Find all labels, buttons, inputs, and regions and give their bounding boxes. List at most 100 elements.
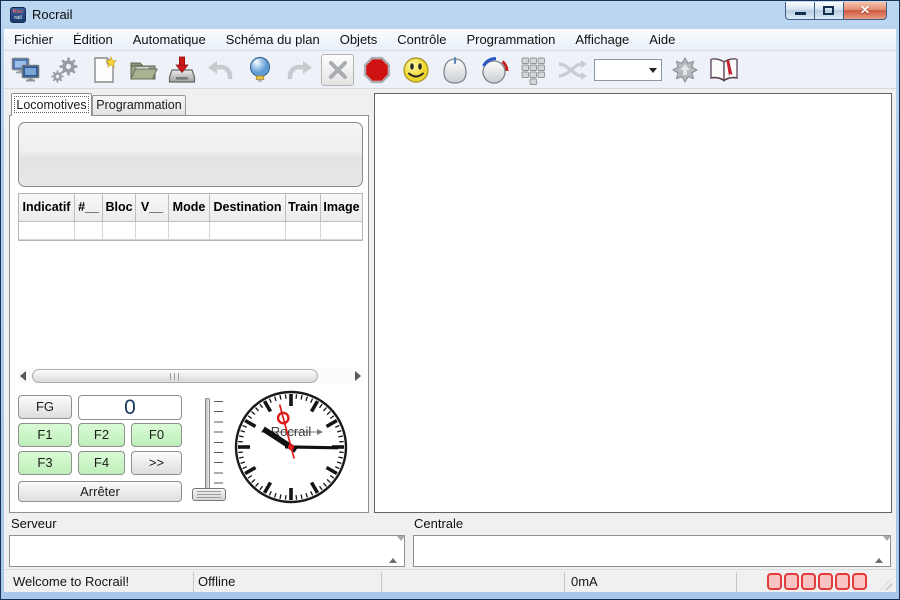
go-smiley-icon bbox=[401, 55, 431, 85]
chevron-down-icon bbox=[649, 68, 657, 73]
menu-schema-du-plan[interactable]: Schéma du plan bbox=[216, 29, 330, 50]
connection-status: Offline bbox=[198, 574, 235, 589]
speed-slider-thumb[interactable] bbox=[192, 488, 226, 501]
horizontal-scrollbar[interactable] bbox=[18, 368, 363, 384]
plan-canvas bbox=[374, 93, 892, 513]
mouse-throttle-button[interactable] bbox=[438, 54, 471, 86]
workstation-button[interactable] bbox=[9, 54, 42, 86]
col-bloc[interactable]: Bloc bbox=[103, 194, 136, 222]
routes-shuffle-icon bbox=[557, 55, 587, 85]
scroll-up-icon[interactable] bbox=[875, 541, 883, 563]
col-address[interactable]: #__ bbox=[75, 194, 103, 222]
speed-slider-track bbox=[205, 398, 210, 494]
f4-button[interactable]: F4 bbox=[78, 451, 125, 475]
scroll-down-icon[interactable] bbox=[883, 536, 891, 558]
emergency-stop-button[interactable] bbox=[360, 54, 393, 86]
mouse-throttle-icon bbox=[440, 55, 470, 85]
menu-automatique[interactable]: Automatique bbox=[123, 29, 216, 50]
tab-programmation[interactable]: Programmation bbox=[92, 95, 186, 115]
undo-icon bbox=[206, 55, 236, 85]
scroll-up-icon[interactable] bbox=[389, 541, 397, 563]
keypad-button[interactable] bbox=[516, 54, 549, 86]
minimize-button[interactable] bbox=[785, 2, 815, 20]
server-log[interactable] bbox=[9, 535, 405, 567]
workstation-icon bbox=[11, 55, 41, 85]
scroll-left-icon[interactable] bbox=[20, 371, 26, 381]
more-functions-button[interactable]: >> bbox=[131, 451, 182, 475]
new-document-icon bbox=[89, 55, 119, 85]
app-body: Fichier Édition Automatique Schéma du pl… bbox=[4, 29, 896, 592]
scrollbar-grip-icon bbox=[170, 373, 181, 380]
scroll-right-icon[interactable] bbox=[355, 371, 361, 381]
redo-icon bbox=[284, 55, 314, 85]
window-title: Rocrail bbox=[32, 7, 72, 22]
power-indicator bbox=[767, 573, 782, 590]
app-icon: Rocrail bbox=[10, 7, 26, 23]
save-icon bbox=[167, 55, 197, 85]
analog-clock: Rocrail bbox=[231, 387, 351, 507]
f1-button[interactable]: F1 bbox=[18, 423, 72, 447]
undo-button[interactable] bbox=[204, 54, 237, 86]
scroll-down-icon[interactable] bbox=[397, 536, 405, 558]
table-row bbox=[19, 222, 362, 240]
close-button[interactable]: ✕ bbox=[843, 2, 887, 20]
f0-button[interactable]: F0 bbox=[131, 423, 182, 447]
menubar: Fichier Édition Automatique Schéma du pl… bbox=[4, 29, 896, 51]
col-train[interactable]: Train bbox=[286, 194, 321, 222]
regulator-button[interactable] bbox=[477, 54, 510, 86]
redo-button[interactable] bbox=[282, 54, 315, 86]
save-button[interactable] bbox=[165, 54, 198, 86]
tab-locomotives[interactable]: Locomotives bbox=[11, 93, 92, 116]
power-indicator bbox=[784, 573, 799, 590]
properties-button[interactable] bbox=[48, 54, 81, 86]
fg-button[interactable]: FG bbox=[18, 395, 72, 419]
f3-button[interactable]: F3 bbox=[18, 451, 72, 475]
central-log-scroll[interactable] bbox=[875, 541, 887, 559]
status-message: Welcome to Rocrail! bbox=[13, 574, 129, 589]
menu-aide[interactable]: Aide bbox=[639, 29, 685, 50]
server-label: Serveur bbox=[11, 516, 57, 531]
col-destination[interactable]: Destination bbox=[210, 194, 286, 222]
server-log-scroll[interactable] bbox=[389, 541, 401, 559]
resize-grip[interactable] bbox=[880, 578, 892, 590]
help-book-icon bbox=[708, 55, 740, 85]
f2-button[interactable]: F2 bbox=[78, 423, 125, 447]
maximize-button[interactable] bbox=[815, 2, 843, 20]
speed-slider-ticks bbox=[214, 401, 223, 493]
help-button[interactable] bbox=[707, 54, 740, 86]
scrollbar-thumb[interactable] bbox=[32, 369, 318, 383]
go-button[interactable] bbox=[399, 54, 432, 86]
power-indicator bbox=[835, 573, 850, 590]
menu-controle[interactable]: Contrôle bbox=[387, 29, 456, 50]
open-plan-button[interactable] bbox=[126, 54, 159, 86]
col-image[interactable]: Image bbox=[321, 194, 362, 222]
power-button[interactable] bbox=[243, 54, 276, 86]
menu-edition[interactable]: Édition bbox=[63, 29, 123, 50]
current-draw: 0mA bbox=[571, 574, 598, 589]
central-label: Centrale bbox=[414, 516, 463, 531]
col-mode[interactable]: Mode bbox=[169, 194, 210, 222]
cancel-button[interactable] bbox=[321, 54, 354, 86]
loco-combobox[interactable] bbox=[594, 59, 662, 81]
window-controls: ✕ bbox=[785, 2, 887, 20]
menu-programmation[interactable]: Programmation bbox=[456, 29, 565, 50]
menu-affichage[interactable]: Affichage bbox=[565, 29, 639, 50]
menu-fichier[interactable]: Fichier bbox=[4, 29, 63, 50]
stop-loco-button[interactable]: Arrêter bbox=[18, 481, 182, 502]
status-bar: Welcome to Rocrail! Offline 0mA bbox=[4, 569, 896, 592]
power-indicator bbox=[801, 573, 816, 590]
menu-objets[interactable]: Objets bbox=[330, 29, 388, 50]
loco-table-header: Indicatif #__ Bloc V__ Mode Destination … bbox=[19, 194, 362, 222]
accessory-button[interactable] bbox=[668, 54, 701, 86]
titlebar: Rocrail Rocrail ✕ bbox=[1, 1, 899, 29]
routes-button[interactable] bbox=[555, 54, 588, 86]
new-plan-button[interactable] bbox=[87, 54, 120, 86]
col-indicatif[interactable]: Indicatif bbox=[19, 194, 75, 222]
app-window: Rocrail Rocrail ✕ Fichier Édition Automa… bbox=[0, 0, 900, 600]
col-vitesse[interactable]: V__ bbox=[136, 194, 169, 222]
main-area: Locomotives Programmation Indicatif #__ … bbox=[4, 89, 896, 513]
power-indicator bbox=[852, 573, 867, 590]
regulator-knob-icon bbox=[479, 55, 509, 85]
locomotives-panel: Indicatif #__ Bloc V__ Mode Destination … bbox=[9, 115, 369, 513]
central-log[interactable] bbox=[413, 535, 891, 567]
